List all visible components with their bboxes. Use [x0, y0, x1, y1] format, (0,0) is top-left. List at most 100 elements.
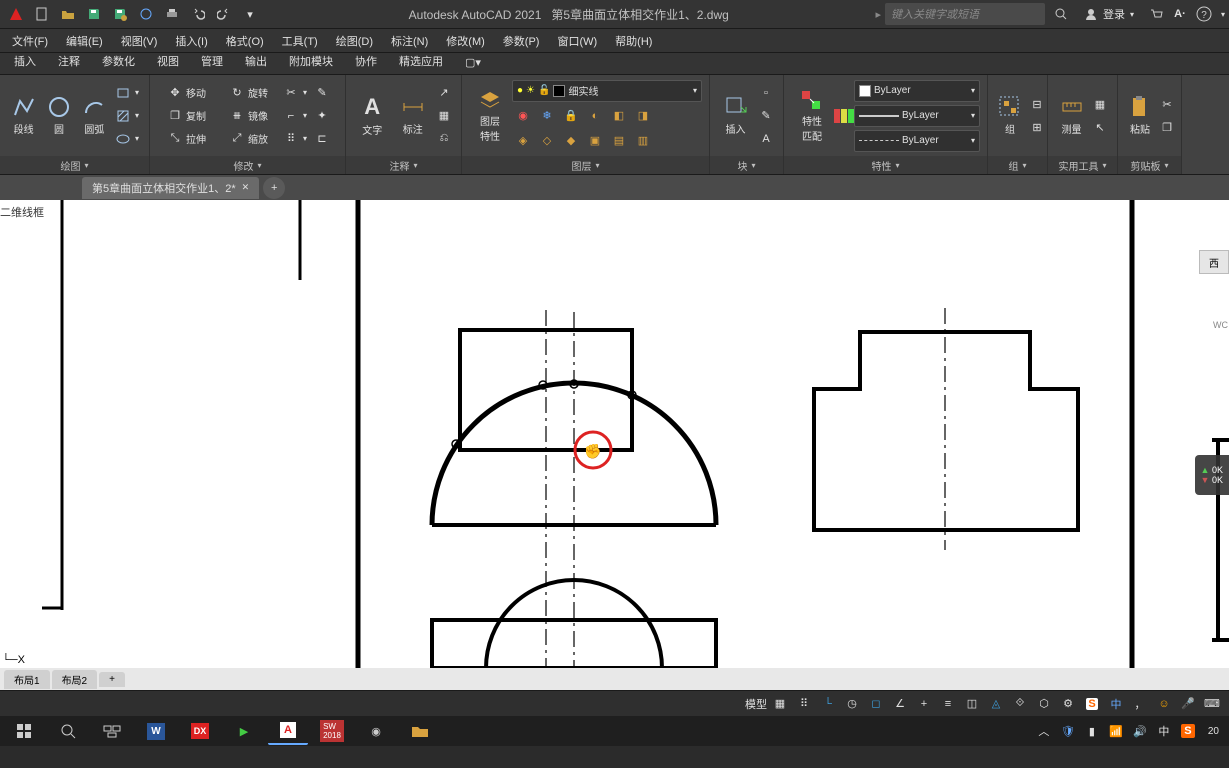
tray-clock[interactable]: 20 — [1202, 726, 1225, 737]
arc-button[interactable]: 圆弧 — [77, 87, 112, 145]
layer-b4[interactable]: ▣ — [584, 130, 606, 152]
panel-block-label[interactable]: 块▾ — [710, 156, 783, 174]
layer-select[interactable]: ● ☀ 🔓 细实线 ▾ — [512, 80, 702, 102]
stretch-button[interactable]: ⤡拉伸 — [156, 128, 218, 150]
calc-button[interactable]: ▦ — [1089, 93, 1111, 115]
move-button[interactable]: ✥移动 — [156, 82, 218, 104]
layer-b1[interactable]: ◈ — [512, 130, 534, 152]
start-button[interactable] — [4, 717, 44, 745]
layer-b5[interactable]: ▤ — [608, 130, 630, 152]
explode-button[interactable]: ✦ — [311, 105, 333, 127]
ribtab-output[interactable]: 输出 — [235, 50, 277, 74]
ribtab-annotate[interactable]: 注释 — [48, 50, 90, 74]
attr-block-button[interactable]: A — [755, 128, 777, 150]
grid-button[interactable]: ▦ — [769, 694, 791, 714]
tray-sound[interactable]: 🔊 — [1130, 717, 1150, 745]
dyn-button[interactable]: + — [913, 694, 935, 714]
ribtab-collab[interactable]: 协作 — [345, 50, 387, 74]
fillet-button[interactable]: ⌐▾ — [280, 105, 311, 127]
edit-block-button[interactable]: ✎ — [755, 105, 777, 127]
kb-button[interactable]: ⌨ — [1201, 694, 1223, 714]
lineweight-select[interactable]: ByLayer▾ — [854, 105, 980, 127]
ribtab-parametric[interactable]: 参数化 — [92, 50, 145, 74]
snap-button[interactable]: ⠿ — [793, 694, 815, 714]
mic-button[interactable]: 🎤 — [1177, 694, 1199, 714]
ribtab-more[interactable]: ▢▾ — [455, 53, 491, 74]
ribtab-insert[interactable]: 插入 — [4, 50, 46, 74]
menu-window[interactable]: 窗口(W) — [549, 30, 605, 52]
menu-view[interactable]: 视图(V) — [113, 30, 166, 52]
menu-insert[interactable]: 插入(I) — [167, 30, 215, 52]
open-web-button[interactable] — [134, 3, 158, 25]
lw-button[interactable]: ≡ — [937, 694, 959, 714]
autocad-task[interactable]: A — [268, 717, 308, 745]
app-menu-button[interactable] — [4, 3, 28, 25]
ribtab-view[interactable]: 视图 — [147, 50, 189, 74]
menu-edit[interactable]: 编辑(E) — [58, 30, 111, 52]
trans-button[interactable]: ◫ — [961, 694, 983, 714]
search-task-button[interactable] — [48, 717, 88, 745]
cut-button[interactable]: ✂ — [1156, 93, 1178, 115]
dim-button[interactable]: 标注 — [393, 87, 434, 145]
layer-match-button[interactable]: ◧ — [608, 105, 630, 127]
tray-sogou2[interactable]: S — [1178, 717, 1198, 745]
osnap-button[interactable]: ◻ — [865, 694, 887, 714]
menu-modify[interactable]: 修改(M) — [438, 30, 493, 52]
undo-button[interactable] — [186, 3, 210, 25]
ribtab-manage[interactable]: 管理 — [191, 50, 233, 74]
tray-battery[interactable]: ▮ — [1082, 717, 1102, 745]
doc-tab-1[interactable]: 第5章曲面立体相交作业1、2* ✕ — [82, 177, 259, 199]
save-button[interactable] — [82, 3, 106, 25]
panel-annotate-label[interactable]: 注释▾ — [346, 156, 461, 174]
layer-iso-button[interactable]: ◉ — [512, 105, 534, 127]
qat-dropdown[interactable]: ▾ — [238, 3, 262, 25]
tray-wifi[interactable]: 📶 — [1106, 717, 1126, 745]
copy-button[interactable]: ❐复制 — [156, 105, 218, 127]
table-button[interactable]: ▦ — [433, 105, 455, 127]
linetype-select[interactable]: ByLayer▾ — [854, 130, 980, 152]
rotate-button[interactable]: ↻旋转 — [218, 82, 280, 104]
explorer-task[interactable] — [400, 717, 440, 745]
mleader-button[interactable]: ⎌ — [433, 128, 455, 150]
solidworks-task[interactable]: SW2018 — [312, 717, 352, 745]
menu-parametric[interactable]: 参数(P) — [495, 30, 548, 52]
insert-block-button[interactable]: 插入 — [716, 87, 755, 145]
menu-tools[interactable]: 工具(T) — [274, 30, 326, 52]
text-button[interactable]: A 文字 — [352, 87, 393, 145]
props-color-swatch[interactable] — [834, 105, 854, 127]
ime-status[interactable]: 中 — [1105, 694, 1127, 714]
polar-button[interactable]: ◷ — [841, 694, 863, 714]
measure-button[interactable]: 测量 — [1054, 87, 1089, 145]
tray-ime2[interactable]: 中 — [1154, 717, 1174, 745]
array-button[interactable]: ⠿▾ — [280, 128, 311, 150]
user-login-button[interactable]: 登录 ▾ — [1077, 4, 1140, 24]
polyline-button[interactable]: 段线 — [6, 87, 41, 145]
color-select[interactable]: ByLayer▾ — [854, 80, 980, 102]
model-space-button[interactable]: 模型 — [745, 694, 767, 714]
offset-button[interactable]: ⊏ — [311, 128, 333, 150]
layer-b2[interactable]: ◇ — [536, 130, 558, 152]
anno2-button[interactable]: ⬡ — [1033, 694, 1055, 714]
add-tab-button[interactable]: + — [263, 177, 285, 199]
circle-button[interactable]: 圆 — [41, 87, 76, 145]
match-props-button[interactable]: 特性 匹配 — [790, 87, 834, 145]
trim-button[interactable]: ✂▾ — [280, 82, 311, 104]
tray-up[interactable]: ︿ — [1034, 717, 1054, 745]
cart-icon[interactable] — [1148, 6, 1164, 22]
panel-modify-label[interactable]: 修改▾ — [150, 156, 345, 174]
layer-freeze-button[interactable]: ❄ — [536, 105, 558, 127]
anno-button[interactable]: ⟐ — [1009, 694, 1031, 714]
group-button[interactable]: 组 — [994, 87, 1026, 145]
close-icon[interactable]: ✕ — [242, 182, 250, 193]
punct-button[interactable]: ， — [1129, 694, 1151, 714]
group-edit-button[interactable]: ⊞ — [1026, 116, 1048, 138]
ws-button[interactable]: ⚙ — [1057, 694, 1079, 714]
copy-clip-button[interactable]: ❐ — [1156, 116, 1178, 138]
layout-tab-1[interactable]: 布局1 — [4, 670, 50, 689]
menu-draw[interactable]: 绘图(D) — [328, 30, 381, 52]
layer-props-button[interactable]: 图层 特性 — [468, 87, 512, 145]
panel-clipboard-label[interactable]: 剪贴板▾ — [1118, 156, 1181, 174]
select-button[interactable]: ↖ — [1089, 116, 1111, 138]
tray-shield[interactable]: 🛡 — [1058, 717, 1078, 745]
nav-cube-side[interactable]: 西 — [1199, 250, 1229, 274]
